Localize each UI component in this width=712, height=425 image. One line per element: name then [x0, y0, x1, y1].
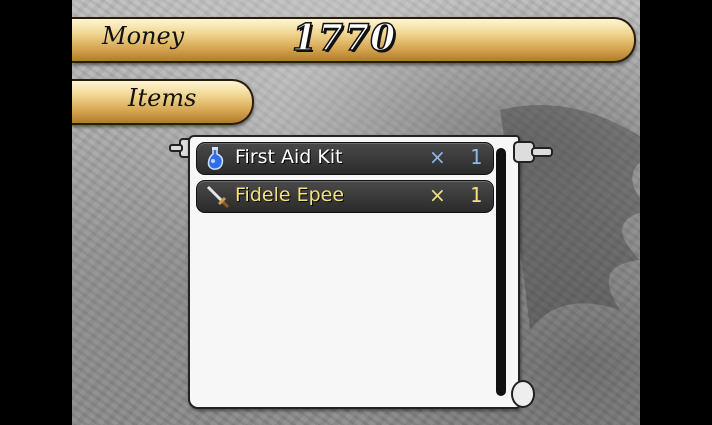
- item-list-scrollbar[interactable]: [496, 148, 506, 396]
- items-tab[interactable]: Items: [72, 79, 254, 125]
- item-quantity: 1: [470, 183, 483, 207]
- money-value: 1770: [291, 16, 397, 60]
- list-item-selected[interactable]: Fidele Epee × 1: [196, 180, 494, 213]
- scroll-curl-decoration: [511, 380, 535, 408]
- money-label: Money: [102, 22, 185, 50]
- sword-icon: [206, 185, 230, 209]
- quantity-multiplier: ×: [429, 183, 446, 207]
- item-quantity: 1: [470, 145, 483, 169]
- scroll-handle-right-icon: [513, 141, 553, 163]
- items-tab-label: Items: [128, 84, 197, 112]
- money-banner: Money 1770: [72, 16, 636, 63]
- potion-icon: [207, 147, 224, 170]
- item-list-scroll: [188, 135, 520, 409]
- list-item[interactable]: First Aid Kit × 1: [196, 142, 494, 175]
- quantity-multiplier: ×: [429, 145, 446, 169]
- item-name: Fidele Epee: [235, 184, 345, 206]
- item-name: First Aid Kit: [235, 146, 343, 168]
